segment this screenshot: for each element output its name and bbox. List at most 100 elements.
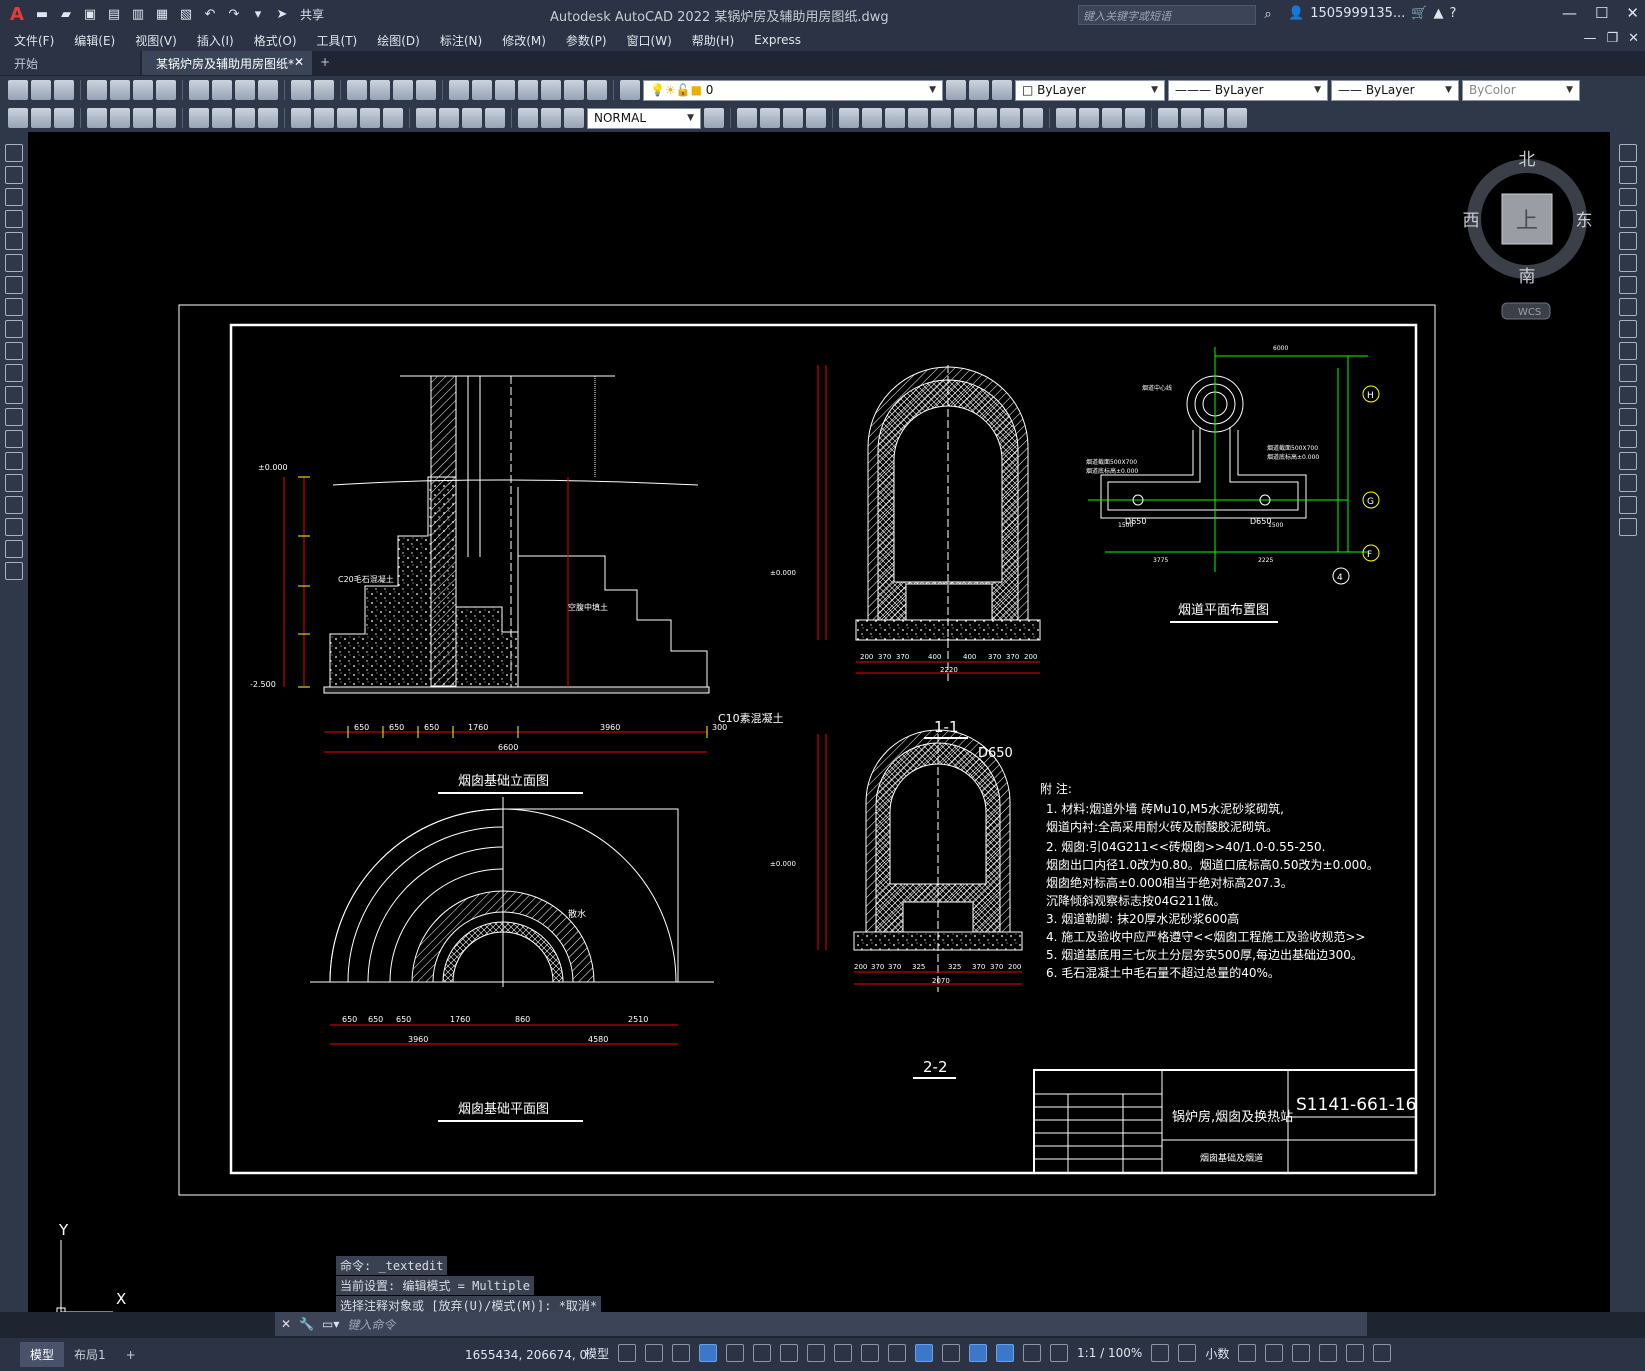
- publish-icon[interactable]: [133, 80, 153, 100]
- lock-ui-icon[interactable]: [1265, 1344, 1284, 1362]
- menu-file[interactable]: 文件(F): [14, 32, 54, 49]
- stretch-icon[interactable]: [1618, 320, 1637, 338]
- dim-style-manager-icon[interactable]: [704, 108, 724, 128]
- modify-icon[interactable]: [931, 108, 951, 128]
- isolate-objects-icon[interactable]: [1292, 1344, 1311, 1362]
- menu-insert[interactable]: 插入(I): [197, 32, 234, 49]
- modify-icon[interactable]: [1102, 108, 1122, 128]
- make-block-icon[interactable]: [5, 408, 23, 426]
- open-web-icon[interactable]: ▦: [152, 5, 172, 25]
- help-tool-icon[interactable]: [587, 80, 607, 100]
- chamfer-icon[interactable]: [1618, 452, 1637, 470]
- zoom-previous-icon[interactable]: [416, 80, 436, 100]
- pan-icon[interactable]: [347, 80, 367, 100]
- help-icon[interactable]: ?: [1449, 6, 1456, 21]
- layer-properties-icon[interactable]: [620, 80, 640, 100]
- table-icon[interactable]: [5, 518, 23, 536]
- gradient-icon[interactable]: [5, 474, 23, 492]
- dim-text-edit-icon[interactable]: [541, 108, 561, 128]
- menu-view[interactable]: 视图(V): [135, 32, 177, 49]
- dynamic-ucs-icon[interactable]: [942, 1344, 961, 1362]
- add-layout-button[interactable]: +: [116, 1344, 146, 1366]
- region-icon[interactable]: [5, 496, 23, 514]
- menu-parametric[interactable]: 参数(P): [566, 32, 607, 49]
- erase-icon[interactable]: [1618, 144, 1637, 162]
- dim-baseline-icon[interactable]: [314, 108, 334, 128]
- selection-filter-icon[interactable]: [969, 1344, 988, 1362]
- undo-icon[interactable]: ↶: [200, 5, 220, 25]
- compass-west-label[interactable]: 西: [1463, 211, 1480, 231]
- 3dprint-icon[interactable]: [156, 80, 176, 100]
- 3dosnap-icon[interactable]: [915, 1344, 934, 1362]
- tool-icon[interactable]: [31, 108, 51, 128]
- menu-edit[interactable]: 编辑(E): [74, 32, 115, 49]
- tool-icon[interactable]: [54, 108, 74, 128]
- tolerance-icon[interactable]: [416, 108, 436, 128]
- maximize-icon[interactable]: ☐: [1595, 4, 1608, 22]
- move-icon[interactable]: [1618, 254, 1637, 272]
- rectangle-icon[interactable]: [5, 232, 23, 250]
- ellipse-icon[interactable]: [5, 342, 23, 360]
- design-center-icon[interactable]: [472, 80, 492, 100]
- model-space-toggle[interactable]: 模型: [585, 1345, 609, 1362]
- sheet-set-icon[interactable]: [518, 80, 538, 100]
- explode-icon[interactable]: [1618, 518, 1637, 536]
- dim-linear-icon[interactable]: [87, 108, 107, 128]
- polygon-icon[interactable]: [5, 210, 23, 228]
- polyline-icon[interactable]: [5, 188, 23, 206]
- modify-icon[interactable]: [1158, 108, 1178, 128]
- modify-icon[interactable]: [1204, 108, 1224, 128]
- menu-window[interactable]: 窗口(W): [627, 32, 672, 49]
- new-tab-button[interactable]: +: [314, 51, 338, 75]
- join-icon[interactable]: [1618, 430, 1637, 448]
- modify-icon[interactable]: [783, 108, 803, 128]
- drawing-canvas[interactable]: 上 北 南 东 西 WCS ±0.000 -2.500 650 650 650 …: [28, 132, 1610, 1312]
- isodraft-icon[interactable]: [753, 1344, 772, 1362]
- auto-scale-icon[interactable]: [1050, 1344, 1069, 1362]
- plot-icon[interactable]: ▧: [176, 5, 196, 25]
- cut-icon[interactable]: [189, 80, 209, 100]
- markup-icon[interactable]: [541, 80, 561, 100]
- qdim-icon[interactable]: [291, 108, 311, 128]
- customize-qat-icon[interactable]: ▾: [248, 5, 268, 25]
- modify-icon[interactable]: [908, 108, 928, 128]
- center-mark-icon[interactable]: [439, 108, 459, 128]
- dim-ordinate-icon[interactable]: [156, 108, 176, 128]
- tab-model[interactable]: 模型: [20, 1342, 65, 1367]
- fillet-icon[interactable]: [1618, 474, 1637, 492]
- save-as-icon[interactable]: ▤: [104, 5, 124, 25]
- modify-icon[interactable]: [1000, 108, 1020, 128]
- share-button[interactable]: 共享: [300, 6, 324, 23]
- customization-icon[interactable]: [1373, 1344, 1392, 1362]
- menu-format[interactable]: 格式(O): [254, 32, 297, 49]
- redo-icon[interactable]: ↷: [224, 5, 244, 25]
- modify-icon[interactable]: [1125, 108, 1145, 128]
- modify-icon[interactable]: [1079, 108, 1099, 128]
- dim-diameter-icon[interactable]: [235, 108, 255, 128]
- layer-dropdown[interactable]: 💡☀🔓■ 0 ▼: [643, 79, 943, 101]
- revcloud-icon[interactable]: [5, 298, 23, 316]
- transparency-icon[interactable]: [861, 1344, 880, 1362]
- dim-angular-icon[interactable]: [258, 108, 278, 128]
- recent-commands-icon[interactable]: ▭▾: [322, 1317, 339, 1331]
- tool-palettes-icon[interactable]: [495, 80, 515, 100]
- dim-continue-icon[interactable]: [337, 108, 357, 128]
- zoom-window-icon[interactable]: [393, 80, 413, 100]
- modify-icon[interactable]: [977, 108, 997, 128]
- wrench-icon[interactable]: 🔧: [299, 1317, 314, 1331]
- infer-icon[interactable]: [672, 1344, 691, 1362]
- inspect-icon[interactable]: [462, 108, 482, 128]
- app-logo-icon[interactable]: A: [6, 4, 28, 25]
- break-icon[interactable]: [1618, 408, 1637, 426]
- autodesk-icon[interactable]: ▲: [1433, 6, 1443, 21]
- hardware-acceleration-icon[interactable]: [1319, 1344, 1338, 1362]
- rotate-icon[interactable]: [1618, 276, 1637, 294]
- line-icon[interactable]: [5, 144, 23, 162]
- cursor-coordinates[interactable]: 1655434, 206674, 0: [465, 1348, 587, 1362]
- menu-draw[interactable]: 绘图(D): [377, 32, 420, 49]
- circle-icon[interactable]: [5, 276, 23, 294]
- close-icon[interactable]: ✕: [281, 1317, 291, 1331]
- plus-icon[interactable]: [1178, 1344, 1197, 1362]
- paste-icon[interactable]: [235, 80, 255, 100]
- share-icon[interactable]: ➤: [272, 5, 292, 25]
